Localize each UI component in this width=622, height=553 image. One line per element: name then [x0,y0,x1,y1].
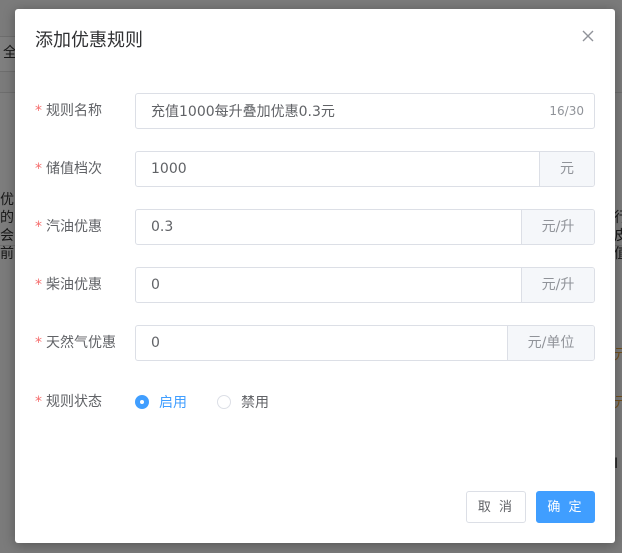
diesel-discount-input-wrap: 元/升 [135,267,595,303]
dialog-title: 添加优惠规则 [35,30,143,51]
form-row-diesel-discount: *柴油优惠 元/升 [15,267,615,303]
rule-status-label: * 规则状态 [35,384,102,420]
radio-enabled-label[interactable]: 启用 [159,392,187,412]
recharge-level-unit: 元 [539,152,594,186]
natural-gas-discount-label: * 天然气优惠 [35,325,116,361]
rule-status-radio-group: 启用 禁用 [135,384,299,420]
diesel-discount-label-text: 柴油优惠 [46,277,102,293]
gasoline-discount-input-wrap: 元/升 [135,209,595,245]
rule-name-label: * 规则名称 [35,93,102,129]
required-mark: * [35,161,42,177]
radio-enabled[interactable]: 启用 [135,392,187,412]
form-row-recharge-level: *储值档次 元 [15,151,615,187]
required-mark: * [35,103,42,119]
radio-disabled-label[interactable]: 禁用 [241,392,269,412]
radio-disabled[interactable]: 禁用 [217,392,269,412]
radio-disabled-circle[interactable] [217,395,231,409]
confirm-button[interactable]: 确 定 [536,491,595,523]
required-mark: * [35,394,42,410]
gasoline-discount-unit: 元/升 [521,210,594,244]
gasoline-discount-label: * 汽油优惠 [35,209,102,245]
diesel-discount-unit: 元/升 [521,268,594,302]
form-row-natural-gas-discount: *天然气优惠 元/单位 [15,325,615,361]
form-row-rule-name: *规则名称 16/30 [15,93,615,129]
rule-name-count: 16/30 [549,104,584,118]
form-row-rule-status: * 规则状态 启用 禁用 [15,384,615,420]
form-row-gasoline-discount: *汽油优惠 元/升 [15,209,615,245]
rule-name-input-wrap: 16/30 [135,93,595,129]
cancel-button[interactable]: 取 消 [466,491,526,523]
natural-gas-discount-unit: 元/单位 [507,326,594,360]
diesel-discount-label: * 柴油优惠 [35,267,102,303]
required-mark: * [35,335,42,351]
radio-enabled-circle[interactable] [135,395,149,409]
natural-gas-discount-input-wrap: 元/单位 [135,325,595,361]
recharge-level-label: * 储值档次 [35,151,102,187]
close-icon[interactable] [581,29,595,43]
gasoline-discount-label-text: 汽油优惠 [46,219,102,235]
natural-gas-discount-input[interactable] [136,326,507,360]
recharge-level-label-text: 储值档次 [46,161,102,177]
diesel-discount-input[interactable] [136,268,521,302]
required-mark: * [35,277,42,293]
required-mark: * [35,219,42,235]
rule-name-label-text: 规则名称 [46,103,102,119]
recharge-level-input[interactable] [136,152,539,186]
add-discount-rule-dialog: 添加优惠规则 *规则名称 16/30 *储值档次 元 *汽油优惠 元/升 *柴油… [15,9,615,543]
gasoline-discount-input[interactable] [136,210,521,244]
recharge-level-input-wrap: 元 [135,151,595,187]
rule-status-label-text: 规则状态 [46,394,102,410]
rule-name-input[interactable] [136,94,594,128]
natural-gas-discount-label-text: 天然气优惠 [46,335,116,351]
